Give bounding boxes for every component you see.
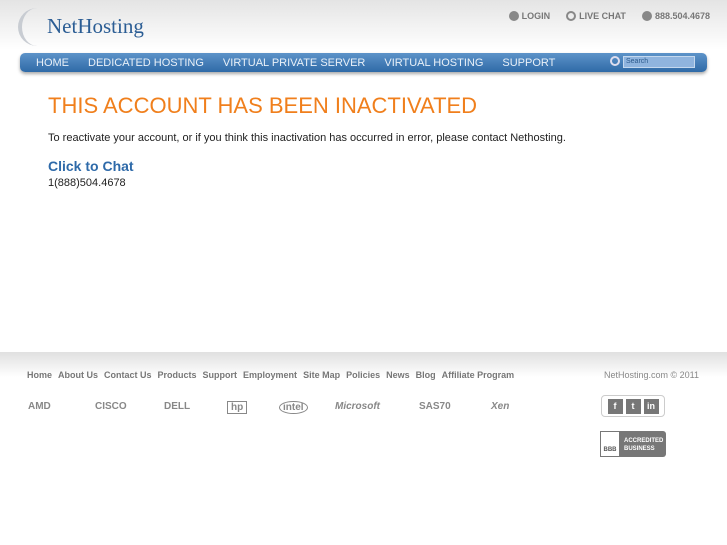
footer-link-products[interactable]: Products bbox=[158, 370, 197, 380]
copyright: NetHosting.com © 2011 bbox=[603, 370, 699, 380]
hp-logo: hp bbox=[227, 401, 248, 414]
footer-link-about[interactable]: About Us bbox=[58, 370, 98, 380]
linkedin-icon[interactable]: in bbox=[643, 398, 659, 414]
amd-logo: AMD bbox=[28, 401, 51, 412]
footer-link-affiliate[interactable]: Affiliate Program bbox=[442, 370, 515, 380]
nav-home[interactable]: HOME bbox=[36, 57, 69, 69]
facebook-icon[interactable]: f bbox=[607, 398, 623, 414]
dell-logo: DELL bbox=[164, 401, 191, 412]
footer-link-home[interactable]: Home bbox=[27, 370, 52, 380]
xen-logo: Xen bbox=[491, 401, 510, 412]
footer-link-employment[interactable]: Employment bbox=[243, 370, 297, 380]
footer-link-support[interactable]: Support bbox=[203, 370, 238, 380]
contact-phone: 1(888)504.4678 bbox=[48, 177, 126, 189]
social-links: f t in bbox=[601, 395, 665, 417]
login-link[interactable]: LOGIN bbox=[508, 11, 551, 21]
bbb-line1: ACCREDITED bbox=[624, 438, 664, 444]
main-nav: HOME DEDICATED HOSTING VIRTUAL PRIVATE S… bbox=[20, 53, 707, 72]
footer-link-sitemap[interactable]: Site Map bbox=[303, 370, 340, 380]
search-input[interactable]: Search bbox=[623, 56, 695, 68]
logo-text: NetHosting bbox=[47, 14, 144, 38]
bbb-mark: BBB bbox=[600, 431, 620, 457]
login-label: LOGIN bbox=[521, 11, 551, 21]
inactivation-message: To reactivate your account, or if you th… bbox=[48, 132, 566, 144]
footer-link-contact[interactable]: Contact Us bbox=[104, 370, 152, 380]
live-chat-label: LIVE CHAT bbox=[579, 11, 626, 21]
login-icon bbox=[508, 11, 519, 21]
nav-vps[interactable]: VIRTUAL PRIVATE SERVER bbox=[223, 57, 365, 69]
search-icon[interactable] bbox=[610, 56, 620, 66]
bbb-badge[interactable]: BBB ACCREDITED BUSINESS bbox=[600, 431, 666, 457]
live-chat-link[interactable]: LIVE CHAT bbox=[566, 11, 626, 21]
twitter-icon[interactable]: t bbox=[625, 398, 641, 414]
header: NetHosting LOGIN LIVE CHAT 888.504.4678 bbox=[0, 0, 727, 50]
chat-icon bbox=[566, 11, 577, 21]
footer-link-policies[interactable]: Policies bbox=[346, 370, 380, 380]
phone-link[interactable]: 888.504.4678 bbox=[641, 11, 710, 21]
bbb-line2: BUSINESS bbox=[624, 446, 655, 452]
microsoft-logo: Microsoft bbox=[335, 401, 380, 412]
sas70-logo: SAS70 bbox=[419, 401, 451, 412]
nav-support[interactable]: SUPPORT bbox=[502, 57, 555, 69]
click-to-chat-link[interactable]: Click to Chat bbox=[48, 158, 134, 174]
phone-label: 888.504.4678 bbox=[654, 11, 710, 21]
footer-link-blog[interactable]: Blog bbox=[416, 370, 436, 380]
nav-virtual-hosting[interactable]: VIRTUAL HOSTING bbox=[384, 57, 483, 69]
footer: Home About Us Contact Us Products Suppor… bbox=[0, 352, 727, 545]
logo-arc-icon bbox=[18, 8, 44, 46]
page-title: THIS ACCOUNT HAS BEEN INACTIVATED bbox=[48, 93, 478, 118]
intel-logo: intel bbox=[279, 401, 308, 414]
footer-link-news[interactable]: News bbox=[386, 370, 410, 380]
nethosting-logo[interactable]: NetHosting bbox=[18, 6, 188, 46]
nav-dedicated-hosting[interactable]: DEDICATED HOSTING bbox=[88, 57, 204, 69]
cisco-logo: CISCO bbox=[95, 401, 127, 412]
phone-icon bbox=[641, 11, 652, 21]
footer-links: Home About Us Contact Us Products Suppor… bbox=[27, 370, 514, 380]
